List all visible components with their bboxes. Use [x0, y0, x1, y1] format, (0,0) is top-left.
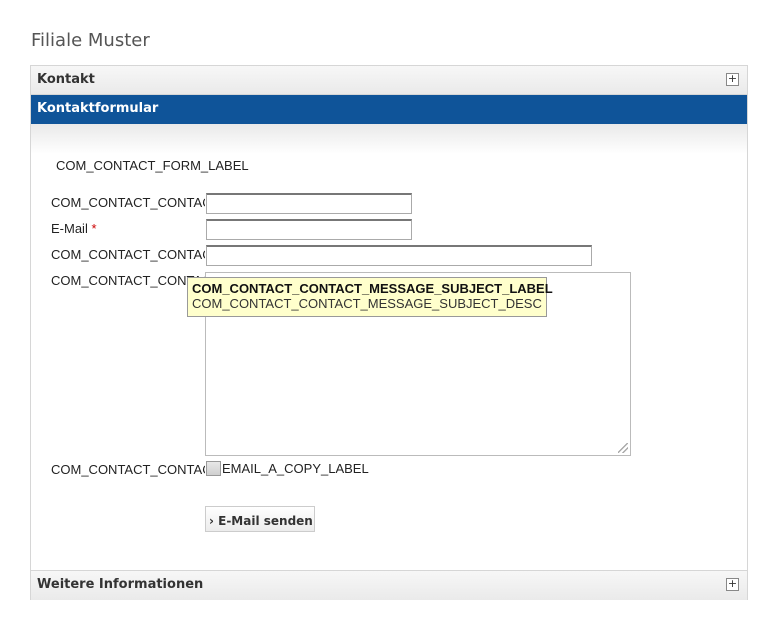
name-field-label: COM_CONTACT_CONTACT_EMAIL_NAME_LABEL — [51, 195, 205, 210]
email-input[interactable] — [206, 219, 412, 240]
accordion-header-weitere[interactable]: Weitere Informationen + — [31, 570, 747, 600]
email-copy-checkbox[interactable] — [206, 461, 221, 476]
tooltip-description: COM_CONTACT_CONTACT_MESSAGE_SUBJECT_DESC — [192, 296, 542, 311]
panel-shade — [31, 124, 747, 154]
contact-accordion: Kontakt + Kontaktformular COM_CONTACT_FO… — [30, 65, 748, 600]
email-field-label: E-Mail * — [51, 221, 205, 236]
page-title: Filiale Muster — [31, 30, 150, 51]
form-legend: COM_CONTACT_FORM_LABEL — [56, 158, 249, 173]
tooltip-title: COM_CONTACT_CONTACT_MESSAGE_SUBJECT_LABE… — [192, 281, 553, 296]
expand-icon[interactable]: + — [726, 578, 739, 591]
resize-grip-icon[interactable] — [618, 443, 628, 453]
subject-field-label: COM_CONTACT_CONTACT_MESSAGE_SUBJECT_LABE… — [51, 247, 205, 262]
name-input[interactable] — [206, 193, 412, 214]
copy-field-label: COM_CONTACT_CONTACT_EMAIL_A_COPY_LABEL — [51, 462, 205, 477]
accordion-header-label: Weitere Informationen — [37, 577, 204, 592]
email-copy-checkbox-label: EMAIL_A_COPY_LABEL — [222, 461, 369, 476]
accordion-header-label: Kontakt — [37, 72, 95, 87]
accordion-header-kontakt[interactable]: Kontakt + — [31, 66, 747, 95]
expand-icon[interactable]: + — [726, 73, 739, 86]
accordion-header-label: Kontaktformular — [37, 101, 159, 116]
subject-input[interactable] — [206, 245, 592, 266]
message-field-label: COM_CONTACT_CONTACT_ENTER_MESSAGE_LABEL — [51, 273, 205, 288]
send-email-button[interactable]: › E-Mail senden — [205, 506, 315, 532]
accordion-header-kontaktformular[interactable]: Kontaktformular — [31, 95, 747, 124]
email-label-text: E-Mail — [51, 221, 88, 236]
required-marker: * — [91, 221, 97, 236]
subject-tooltip: COM_CONTACT_CONTACT_MESSAGE_SUBJECT_LABE… — [187, 277, 553, 317]
